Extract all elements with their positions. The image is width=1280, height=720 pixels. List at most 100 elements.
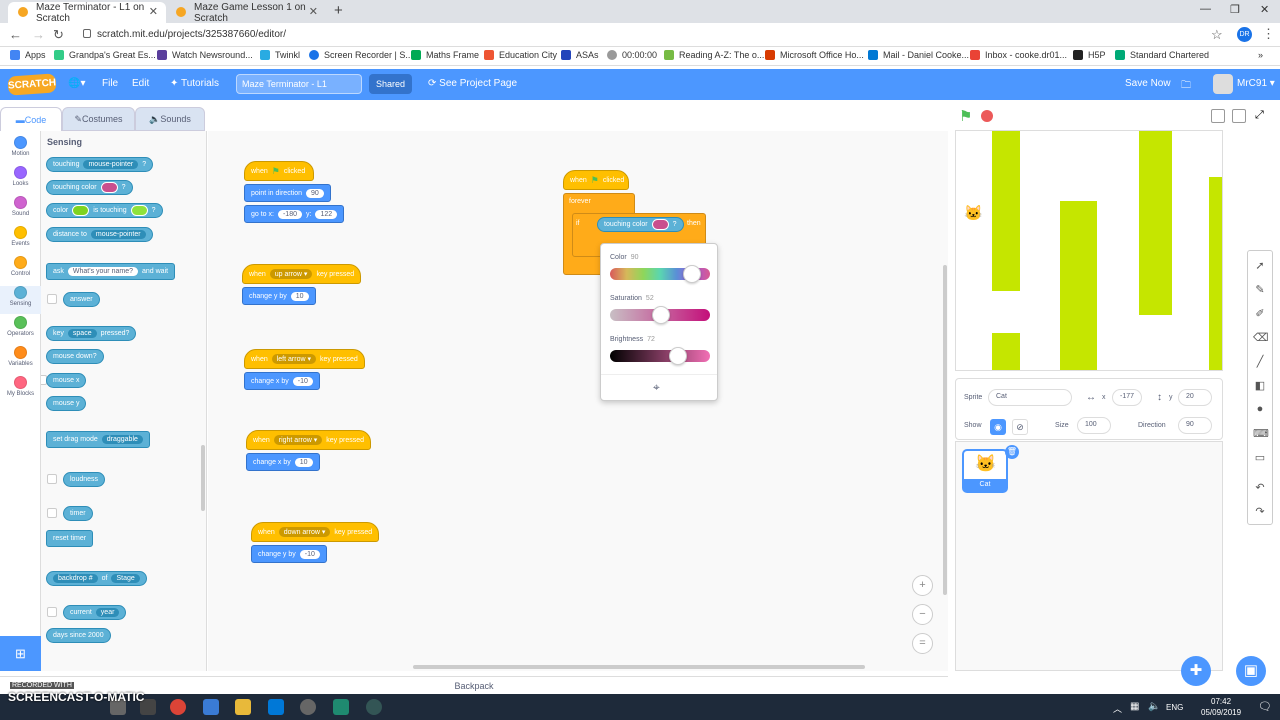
url-field[interactable]: scratch.mit.edu/projects/325387660/edito… — [97, 29, 286, 40]
bookmark-item[interactable]: H5P — [1073, 50, 1106, 60]
category-looks[interactable]: Looks — [0, 166, 41, 187]
block-touching[interactable]: touching mouse-pointer? — [46, 157, 154, 172]
hat-when-flag-clicked[interactable]: when ⚑ clicked — [244, 161, 314, 181]
color-slider-knob[interactable] — [683, 265, 701, 283]
show-visible-icon[interactable]: ◉ — [990, 419, 1006, 435]
bookmark-apps[interactable]: Apps — [10, 50, 46, 60]
shapes-icon[interactable]: ◧ — [1253, 379, 1267, 393]
publisher-icon[interactable] — [333, 699, 349, 715]
block-timer[interactable]: timer — [63, 506, 93, 521]
y-input[interactable]: 20 — [1178, 389, 1212, 406]
saturation-slider[interactable] — [610, 306, 710, 324]
checkbox[interactable] — [47, 294, 57, 304]
browser-tab-maze-lesson[interactable]: Maze Game Lesson 1 on Scratch ✕ — [166, 2, 326, 24]
pen-icon[interactable]: ✎ — [1253, 283, 1267, 297]
dropdown[interactable]: up arrow ▾ — [269, 269, 313, 279]
small-stage-icon[interactable] — [1211, 109, 1225, 123]
block-touching-color[interactable]: touching color? — [597, 217, 684, 232]
bookmark-item[interactable]: 00:00:00 — [607, 50, 657, 60]
color-slider[interactable] — [610, 265, 710, 283]
file-menu[interactable]: File — [102, 78, 118, 89]
stage[interactable]: 🐱 — [955, 130, 1223, 371]
bookmark-item[interactable]: Mail - Daniel Cooke... — [868, 50, 969, 60]
add-sprite-button[interactable]: ✚ — [1181, 656, 1211, 686]
block-distance-to[interactable]: distance to mouse-pointer — [46, 227, 153, 242]
color-swatch[interactable] — [130, 205, 148, 216]
bookmark-item[interactable]: Reading A-Z: The o... — [664, 50, 764, 60]
block-current[interactable]: current year — [63, 605, 127, 620]
window-close-icon[interactable]: ✕ — [1260, 3, 1269, 16]
value-input[interactable]: -10 — [299, 549, 320, 559]
add-backdrop-button[interactable]: ▣ — [1236, 656, 1266, 686]
block-touching-color[interactable]: touching color? — [46, 180, 133, 195]
block-change-y[interactable]: change y by -10 — [251, 545, 327, 563]
block-point-in-direction[interactable]: point in direction 90 — [244, 184, 331, 202]
eyedropper-icon[interactable]: ⌖ — [653, 380, 660, 395]
clock[interactable]: 07:42 05/09/2019 — [1201, 696, 1241, 718]
globe-icon[interactable]: 🌐▾ — [68, 78, 85, 89]
recorder-icon[interactable] — [366, 699, 382, 715]
block-change-y[interactable]: change y by 10 — [242, 287, 316, 305]
direction-input[interactable]: 90 — [305, 188, 324, 198]
green-flag-icon[interactable]: ⚑ — [959, 107, 972, 125]
dropdown[interactable]: year — [95, 608, 120, 617]
scratch-logo[interactable]: SCRATCH — [7, 73, 57, 96]
direction-input[interactable]: 90 — [1178, 417, 1212, 434]
script-horizontal-scrollbar[interactable] — [413, 665, 865, 669]
category-events[interactable]: Events — [0, 226, 41, 247]
minimize-icon[interactable]: — — [1200, 3, 1211, 15]
ask-input[interactable]: What's your name? — [67, 267, 138, 276]
reload-icon[interactable]: ↻ — [53, 27, 64, 43]
hat-when-down-arrow[interactable]: when down arrow ▾ key pressed — [251, 522, 380, 542]
add-extension-button[interactable]: ⊞ — [0, 636, 41, 671]
cat-sprite-icon[interactable]: 🐱 — [964, 204, 983, 222]
project-title-input[interactable]: Maze Terminator - L1 — [236, 74, 362, 94]
delete-icon[interactable]: 🗑 — [1005, 445, 1019, 459]
forward-icon[interactable]: → — [32, 27, 45, 42]
x-input[interactable]: -180 — [277, 209, 302, 219]
value-input[interactable]: 10 — [290, 291, 309, 301]
hat-when-flag-clicked[interactable]: when ⚑ clicked — [563, 170, 629, 190]
saturation-slider-knob[interactable] — [652, 306, 670, 324]
file-icon[interactable] — [203, 699, 219, 715]
block-change-x[interactable]: change x by -10 — [244, 372, 320, 390]
language-indicator[interactable]: ENG — [1166, 703, 1183, 712]
block-set-drag-mode[interactable]: set drag mode draggable — [46, 431, 150, 448]
user-avatar[interactable] — [1213, 74, 1233, 94]
bookmark-item[interactable]: Twinkl — [260, 50, 300, 60]
color-swatch[interactable] — [72, 205, 90, 216]
category-sensing[interactable]: Sensing — [0, 286, 41, 314]
close-icon[interactable]: ✕ — [149, 5, 158, 18]
note-icon[interactable]: ▭ — [1253, 451, 1267, 465]
block-mouse-down[interactable]: mouse down? — [46, 349, 104, 364]
block-days-since[interactable]: days since 2000 — [46, 628, 111, 643]
brightness-slider-knob[interactable] — [669, 347, 687, 365]
category-motion[interactable]: Motion — [0, 136, 41, 157]
block-change-x[interactable]: change x by 10 — [246, 453, 320, 471]
dropdown[interactable]: space — [67, 329, 97, 338]
block-go-to-xy[interactable]: go to x: -180 y: 122 — [244, 205, 345, 223]
zoom-in-icon[interactable]: + — [912, 575, 933, 596]
bookmark-item[interactable]: Grandpa's Great Es... — [54, 50, 156, 60]
value-input[interactable]: 10 — [294, 457, 313, 467]
checkbox[interactable] — [47, 508, 57, 518]
dropdown[interactable]: right arrow ▾ — [273, 435, 323, 445]
highlighter-icon[interactable]: ✐ — [1253, 307, 1267, 321]
star-icon[interactable]: ☆ — [1211, 27, 1223, 43]
new-tab-icon[interactable]: + — [334, 2, 343, 19]
checkbox[interactable] — [47, 474, 57, 484]
eraser-icon[interactable]: ⌫ — [1253, 331, 1269, 345]
photos-icon[interactable] — [300, 699, 316, 715]
show-hidden-icon[interactable]: ⊘ — [1012, 419, 1028, 435]
dropdown[interactable]: mouse-pointer — [83, 160, 139, 169]
edit-menu[interactable]: Edit — [132, 78, 149, 89]
browser-tab-maze-terminator[interactable]: Maze Terminator - L1 on Scratch ✕ — [8, 2, 166, 24]
tab-sounds[interactable]: 🔈 Sounds — [135, 107, 205, 131]
y-input[interactable]: 122 — [315, 209, 338, 219]
close-icon[interactable]: ✕ — [309, 5, 318, 18]
folder-icon[interactable] — [235, 699, 251, 715]
bookmark-item[interactable]: Education City — [484, 50, 557, 60]
value-input[interactable]: -10 — [292, 376, 313, 386]
tray-chevron-icon[interactable]: ︿ — [1113, 702, 1122, 715]
line-icon[interactable]: ╱ — [1253, 355, 1267, 369]
